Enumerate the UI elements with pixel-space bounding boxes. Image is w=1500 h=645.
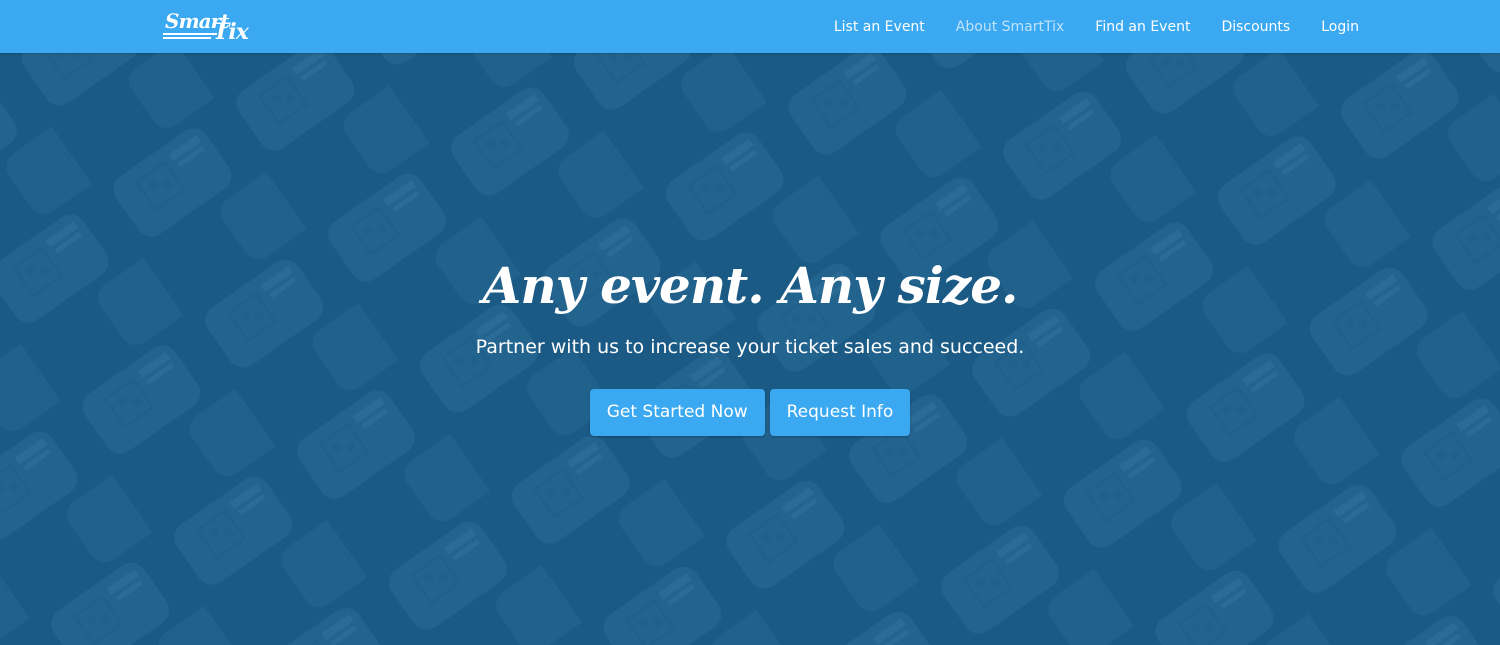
top-navbar: Smart Tix List an Event About SmartTix F… (0, 0, 1500, 53)
hero-buttons: Get Started Now Request Info (0, 389, 1500, 436)
hero-headline: Any event. Any size. (482, 256, 1019, 315)
request-info-button[interactable]: Request Info (769, 389, 911, 436)
logo-word-tix: Tix (213, 19, 249, 45)
logo-underline-bottom (163, 37, 211, 39)
nav-list-an-event[interactable]: List an Event (834, 19, 925, 35)
logo-underline-top (163, 33, 217, 35)
nav-login[interactable]: Login (1321, 19, 1359, 35)
hero-section: Any event. Any size. Partner with us to … (0, 53, 1500, 645)
nav-find-an-event[interactable]: Find an Event (1095, 19, 1190, 35)
nav-about-smarttix[interactable]: About SmartTix (956, 19, 1065, 35)
main-nav: List an Event About SmartTix Find an Eve… (834, 0, 1359, 53)
smarttix-logo[interactable]: Smart Tix (163, 8, 249, 45)
nav-discounts[interactable]: Discounts (1221, 19, 1290, 35)
hero-content: Any event. Any size. Partner with us to … (0, 53, 1500, 645)
get-started-button[interactable]: Get Started Now (589, 389, 765, 436)
hero-subheadline: Partner with us to increase your ticket … (475, 336, 1025, 358)
